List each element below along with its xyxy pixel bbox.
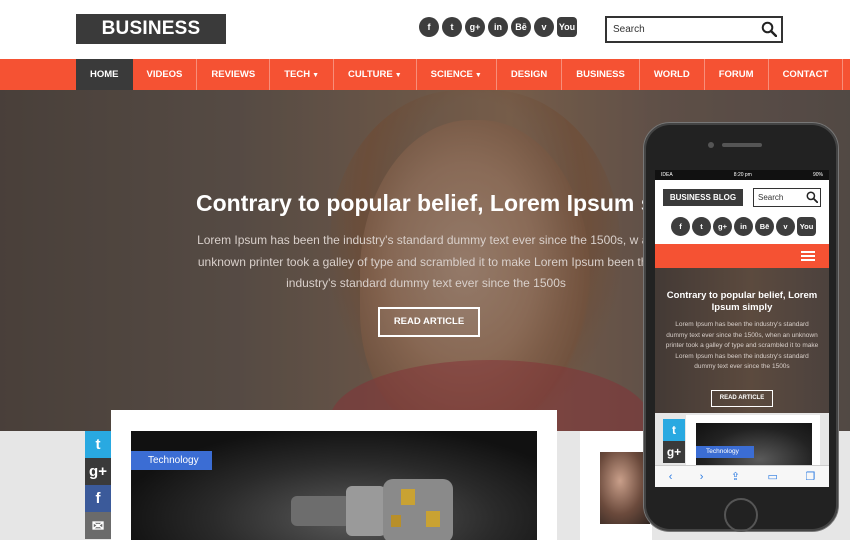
post-image[interactable] bbox=[131, 431, 537, 540]
vimeo-icon[interactable]: v bbox=[776, 217, 795, 236]
tabs-icon[interactable]: ❐ bbox=[805, 470, 815, 483]
nav-label: WORLD bbox=[653, 69, 690, 80]
twitter-icon[interactable]: t bbox=[692, 217, 711, 236]
behance-icon[interactable]: Bē bbox=[511, 17, 531, 37]
site-logo[interactable]: BUSINESS BLOG bbox=[76, 14, 226, 69]
caret-down-icon: ▼ bbox=[312, 72, 320, 79]
status-bar: IDEA 8:20 pm 90% bbox=[655, 170, 829, 180]
side-post-card[interactable] bbox=[580, 431, 652, 540]
mobile-header: BUSINESS BLOG Search f t g+ in Bē v You bbox=[655, 180, 829, 244]
nav-item-culture[interactable]: CULTURE ▼ bbox=[334, 59, 417, 90]
google-plus-icon[interactable]: g+ bbox=[85, 458, 111, 485]
search-icon[interactable] bbox=[806, 191, 818, 203]
header: BUSINESS BLOG f t g+ in Bē v You bbox=[0, 0, 850, 69]
back-arrow-icon[interactable]: ‹ bbox=[669, 471, 673, 483]
phone-camera bbox=[708, 142, 714, 148]
main-nav: HOME VIDEOS REVIEWS TECH ▼ CULTURE ▼ SCIEN… bbox=[0, 59, 850, 90]
nav-label: FORUM bbox=[718, 69, 754, 80]
twitter-icon[interactable]: t bbox=[85, 431, 111, 458]
caret-down-icon: ▼ bbox=[394, 72, 402, 79]
nav-item-design[interactable]: DESIGN bbox=[497, 59, 563, 90]
mobile-social-links: f t g+ in Bē v You bbox=[671, 217, 816, 236]
share-icon[interactable]: ⇪ bbox=[731, 470, 740, 483]
phone-screen: IDEA 8:20 pm 90% BUSINESS BLOG Search f … bbox=[655, 170, 829, 487]
nav-item-home[interactable]: HOME bbox=[76, 59, 133, 90]
nav-label: CONTACT bbox=[782, 69, 829, 80]
twitter-icon[interactable]: t bbox=[442, 17, 462, 37]
facebook-icon[interactable]: f bbox=[85, 485, 111, 512]
featured-post-card[interactable]: Technology bbox=[111, 410, 557, 540]
page: BUSINESS BLOG f t g+ in Bē v You HOME VI… bbox=[0, 0, 850, 540]
phone-home-button[interactable] bbox=[724, 498, 758, 532]
linkedin-icon[interactable]: in bbox=[488, 17, 508, 37]
mobile-read-article-button[interactable]: READ ARTICLE bbox=[711, 390, 773, 407]
nav-label: VIDEOS bbox=[146, 69, 183, 80]
youtube-icon[interactable]: You bbox=[557, 17, 577, 37]
nav-item-tech[interactable]: TECH ▼ bbox=[270, 59, 335, 90]
carrier-label: IDEA bbox=[661, 172, 673, 178]
mobile-search-placeholder: Search bbox=[758, 193, 784, 202]
facebook-icon[interactable]: f bbox=[671, 217, 690, 236]
facebook-icon[interactable]: f bbox=[419, 17, 439, 37]
search-input[interactable] bbox=[607, 18, 747, 41]
nav-label: CULTURE bbox=[348, 69, 393, 80]
vimeo-icon[interactable]: v bbox=[534, 17, 554, 37]
nav-label: REVIEWS bbox=[211, 69, 256, 80]
mobile-hero: Contrary to popular belief, Lorem Ipsum … bbox=[655, 268, 829, 413]
google-plus-icon[interactable]: g+ bbox=[713, 217, 732, 236]
mobile-nav-bar bbox=[655, 244, 829, 268]
nav-label: BUSINESS bbox=[576, 69, 625, 80]
linkedin-icon[interactable]: in bbox=[734, 217, 753, 236]
share-bar: t g+ f ✉ bbox=[85, 431, 111, 539]
phone-speaker bbox=[722, 143, 762, 147]
hamburger-menu-icon[interactable] bbox=[801, 251, 815, 261]
nav-item-world[interactable]: WORLD bbox=[640, 59, 705, 90]
phone-mockup: IDEA 8:20 pm 90% BUSINESS BLOG Search f … bbox=[643, 122, 839, 532]
nav-item-videos[interactable]: VIDEOS bbox=[133, 59, 198, 90]
nav-item-business[interactable]: BUSINESS bbox=[562, 59, 640, 90]
mobile-hero-text: Lorem Ipsum has been the industry's stan… bbox=[665, 321, 819, 370]
category-tag[interactable]: Technology bbox=[131, 451, 212, 470]
mobile-site-logo[interactable]: BUSINESS BLOG bbox=[663, 189, 743, 206]
search-box bbox=[605, 16, 783, 43]
nav-label: HOME bbox=[90, 69, 119, 80]
twitter-icon[interactable]: t bbox=[663, 419, 685, 441]
read-article-button[interactable]: READ ARTICLE bbox=[378, 307, 480, 337]
mail-icon[interactable]: ✉ bbox=[85, 512, 111, 539]
search-icon[interactable] bbox=[761, 21, 777, 37]
social-links: f t g+ in Bē v You bbox=[419, 17, 577, 37]
nav-item-science[interactable]: SCIENCE ▼ bbox=[417, 59, 497, 90]
google-plus-icon[interactable]: g+ bbox=[663, 441, 685, 463]
time-label: 8:20 pm bbox=[733, 172, 752, 178]
nav-item-contact[interactable]: CONTACT bbox=[769, 59, 844, 90]
mobile-share-bar: t g+ bbox=[663, 419, 685, 463]
nav-label: DESIGN bbox=[510, 69, 548, 80]
youtube-icon[interactable]: You bbox=[797, 217, 816, 236]
mobile-search-box[interactable]: Search bbox=[753, 188, 821, 207]
mobile-category-tag[interactable]: Technology bbox=[696, 446, 754, 458]
nav-label: SCIENCE bbox=[430, 69, 473, 80]
battery-label: 90% bbox=[812, 172, 823, 178]
milling-tool-image bbox=[291, 479, 453, 540]
nav-item-reviews[interactable]: REVIEWS bbox=[197, 59, 271, 90]
nav-item-forum[interactable]: FORUM bbox=[705, 59, 769, 90]
mobile-hero-title[interactable]: Contrary to popular belief, Lorem Ipsum … bbox=[661, 290, 823, 314]
hero-title[interactable]: Contrary to popular belief, Lorem Ipsum … bbox=[196, 190, 694, 217]
nav-label: TECH bbox=[284, 69, 311, 80]
behance-icon[interactable]: Bē bbox=[755, 217, 774, 236]
hero-text: Lorem Ipsum has been the industry's stan… bbox=[197, 233, 655, 290]
google-plus-icon[interactable]: g+ bbox=[465, 17, 485, 37]
caret-down-icon: ▼ bbox=[474, 72, 482, 79]
bookmarks-icon[interactable]: ▭ bbox=[768, 470, 778, 483]
forward-arrow-icon[interactable]: › bbox=[700, 471, 704, 483]
browser-toolbar: ‹ › ⇪ ▭ ❐ bbox=[655, 465, 829, 487]
